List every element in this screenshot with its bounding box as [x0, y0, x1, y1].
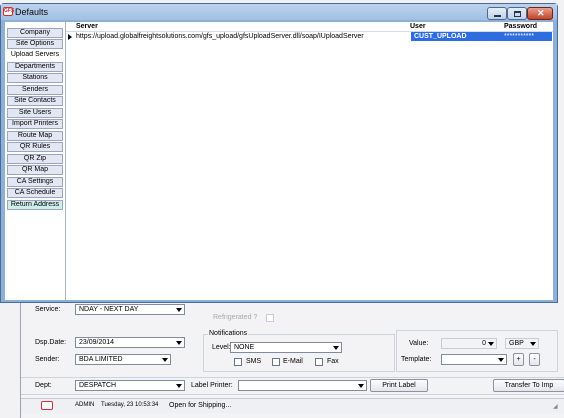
close-button[interactable]: ✕	[527, 7, 553, 20]
gfs-logo-icon	[41, 401, 53, 410]
dialog-client-area: Company Site Options Upload Servers Depa…	[5, 22, 553, 300]
cell-password[interactable]: ***********	[504, 32, 534, 41]
chevron-down-icon	[530, 342, 536, 346]
email-checkbox[interactable]	[272, 358, 280, 366]
status-bar: ADMIN Tuesday, 23 10:53:34 Open for Ship…	[21, 398, 564, 413]
chevron-down-icon	[176, 308, 182, 312]
nav-item-qr-map[interactable]: QR Map	[7, 165, 63, 175]
status-user: ADMIN	[75, 402, 95, 408]
column-header-password[interactable]: Password	[504, 23, 537, 30]
minimize-icon	[494, 15, 501, 17]
nav-item-company[interactable]: Company	[7, 28, 63, 38]
chevron-down-icon	[162, 358, 168, 362]
nav-item-stations[interactable]: Stations	[7, 73, 63, 83]
chevron-down-icon	[176, 384, 182, 388]
chevron-down-icon	[176, 341, 182, 345]
value-input[interactable]: 0	[441, 338, 497, 349]
refrigerated-checkbox[interactable]	[266, 314, 274, 322]
chevron-down-icon	[333, 346, 339, 350]
nav-item-ca-settings[interactable]: CA Settings	[7, 177, 63, 187]
column-header-server[interactable]: Server	[76, 23, 98, 30]
sender-label: Sender:	[35, 356, 60, 363]
chevron-down-icon	[358, 384, 364, 388]
sms-checkbox[interactable]	[234, 358, 242, 366]
template-select[interactable]	[441, 354, 507, 365]
maximize-icon	[514, 11, 521, 17]
print-label-button[interactable]: Print Label	[370, 379, 428, 392]
defaults-dialog: GFS Defaults ✕ Company Site Options Uplo…	[0, 3, 558, 303]
nav-item-site-users[interactable]: Site Users	[7, 108, 63, 118]
defaults-nav: Company Site Options Upload Servers Depa…	[5, 22, 66, 300]
dsp-date-label: Dsp.Date:	[35, 339, 67, 346]
fax-label: Fax	[327, 358, 339, 365]
nav-item-site-options[interactable]: Site Options	[7, 39, 63, 49]
cell-user[interactable]: CUST_UPLOAD	[414, 32, 467, 41]
service-label: Service:	[35, 306, 61, 313]
row-pointer-icon	[68, 34, 72, 40]
template-label: Template:	[401, 356, 432, 363]
service-select[interactable]: NDAY - NEXT DAY	[75, 304, 185, 315]
transfer-button[interactable]: Transfer To Imp	[493, 379, 564, 392]
nav-item-route-map[interactable]: Route Map	[7, 131, 63, 141]
nav-item-qr-zip[interactable]: QR Zip	[7, 154, 63, 164]
cell-server[interactable]: https://upload.globalfreightsolutions.co…	[76, 32, 364, 41]
dsp-date-picker[interactable]: 23/09/2014	[75, 337, 185, 348]
nav-item-return-address[interactable]: Return Address	[7, 200, 63, 210]
fax-checkbox[interactable]	[315, 358, 323, 366]
sender-select[interactable]: BDA LIMITED	[75, 354, 171, 365]
currency-select[interactable]: GBP	[505, 338, 539, 349]
chevron-down-icon	[498, 358, 504, 362]
dept-label: Dept:	[35, 382, 52, 389]
dept-select[interactable]: DESPATCH	[75, 380, 185, 391]
nav-item-departments[interactable]: Departments	[7, 62, 63, 72]
column-header-user[interactable]: User	[410, 23, 426, 30]
refrigerated-label: Refrigerated ?	[213, 314, 258, 321]
label-printer-label: Label Printer:	[191, 382, 233, 389]
level-select[interactable]: NONE	[230, 342, 342, 353]
chevron-down-icon	[488, 342, 494, 346]
nav-item-site-contacts[interactable]: Site Contacts	[7, 96, 63, 106]
resize-grip-icon[interactable]: ◢	[553, 403, 558, 410]
notifications-group	[203, 334, 395, 372]
title-bar[interactable]: GFS Defaults ✕	[1, 4, 557, 20]
minimize-button[interactable]	[487, 7, 507, 20]
value-label: Value:	[409, 340, 429, 347]
nav-item-ca-schedule[interactable]: CA Schedule	[7, 188, 63, 198]
nav-item-qr-rules[interactable]: QR Rules	[7, 142, 63, 152]
nav-item-upload-servers[interactable]: Upload Servers	[7, 50, 63, 60]
level-label: Level:	[212, 344, 231, 351]
nav-item-import-printers[interactable]: Import Printers	[7, 119, 63, 129]
label-printer-select[interactable]	[238, 380, 367, 391]
shipping-form: Service: NDAY - NEXT DAY Refrigerated ? …	[20, 300, 564, 418]
add-template-button[interactable]: +	[513, 353, 524, 366]
email-label: E-Mail	[283, 358, 303, 365]
status-datetime: Tuesday, 23 10:53:34	[101, 402, 159, 408]
close-icon: ✕	[537, 8, 545, 18]
sms-label: SMS	[246, 358, 262, 365]
upload-servers-grid: Server User Password https://upload.glob…	[66, 22, 553, 300]
maximize-button[interactable]	[507, 7, 527, 20]
notifications-label: Notifications	[208, 330, 249, 337]
window-title: Defaults	[15, 7, 49, 17]
remove-template-button[interactable]: -	[529, 353, 540, 366]
status-message: Open for Shipping...	[169, 402, 232, 409]
app-icon: GFS	[3, 7, 15, 16]
nav-item-senders[interactable]: Senders	[7, 85, 63, 95]
